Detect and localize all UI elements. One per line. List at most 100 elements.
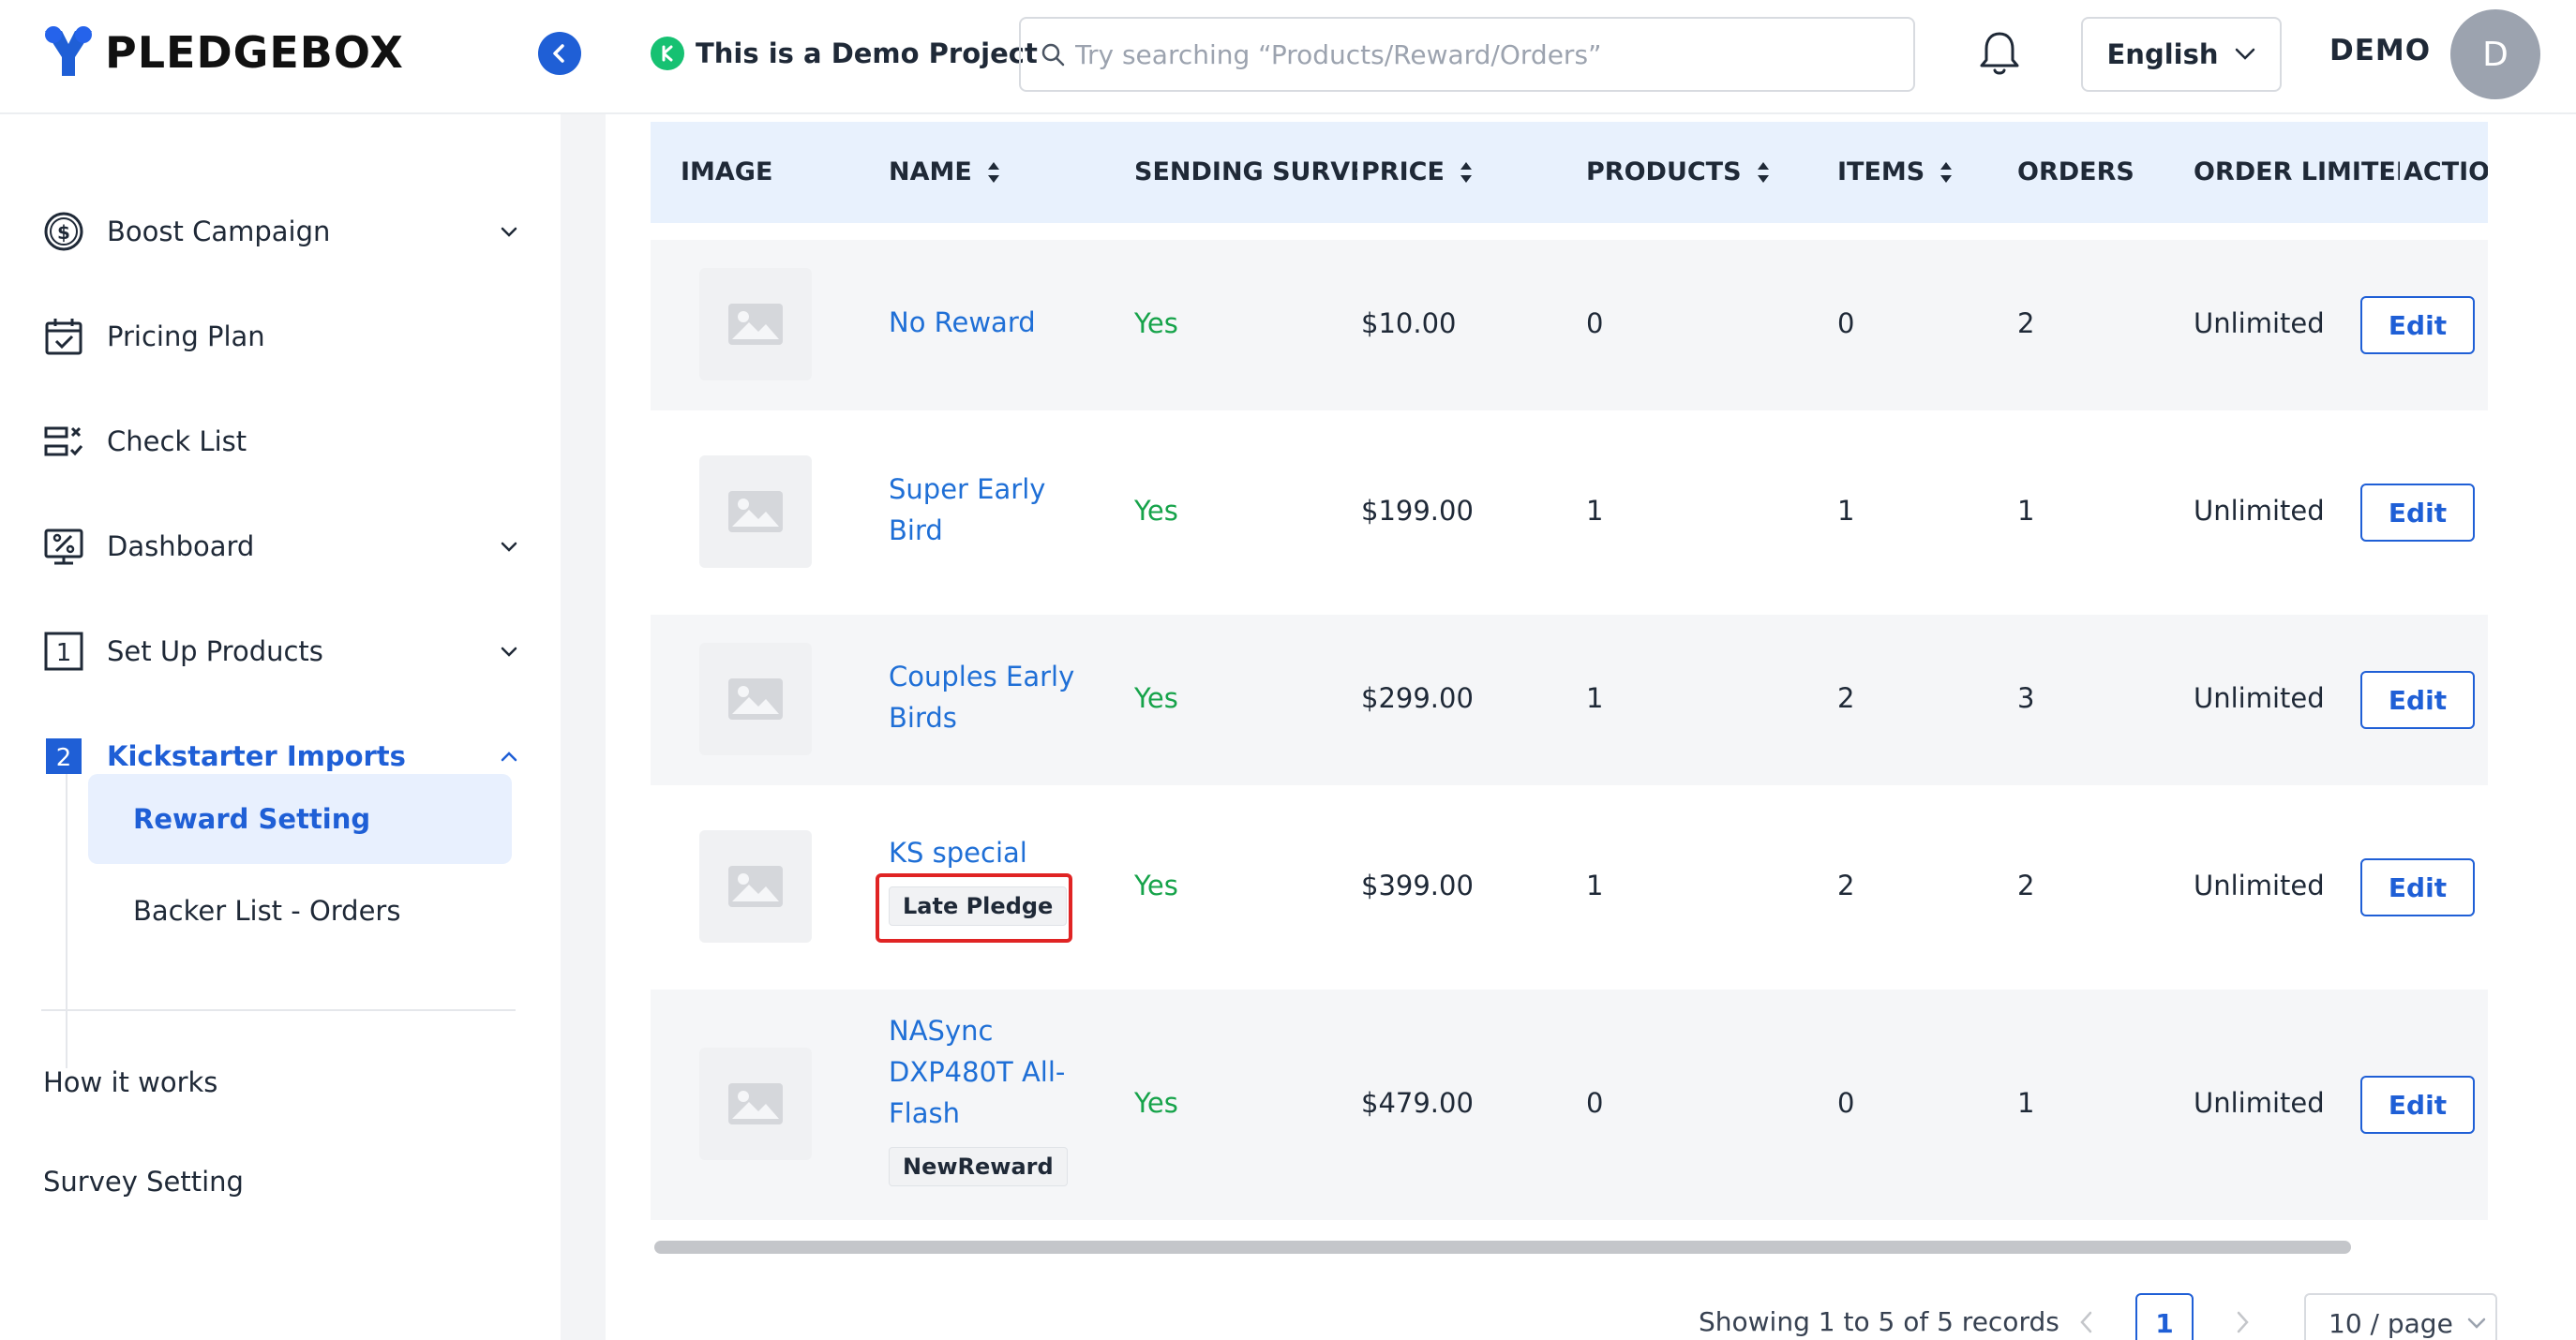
chevron-left-icon[interactable] [2075,1308,2098,1336]
calendar-check-icon [41,314,86,359]
edit-button[interactable]: Edit [2360,484,2475,542]
reward-image-placeholder [699,830,812,943]
demo-project-indicator: This is a Demo Project [651,35,1038,72]
brand-logo[interactable]: PLEDGEBOX [41,24,404,81]
sort-icon [1757,161,1769,183]
table-header-row: IMAGE NAME SENDING SURVEY PRICE PRODUCTS… [651,122,2488,223]
sidebar-item-dashboard[interactable]: Dashboard [41,514,519,579]
image-placeholder-icon [728,866,783,907]
reward-image-placeholder [699,268,812,380]
column-header-order-limited: ORDER LIMITED [2194,157,2411,186]
language-value: English [2106,38,2219,70]
search-input[interactable] [1075,38,1900,70]
dashboard-percent-icon [41,524,86,569]
items-value: 0 [1837,1087,1855,1119]
sidebar-item-label: Dashboard [107,530,255,562]
main-content: IMAGE NAME SENDING SURVEY PRICE PRODUCTS… [606,114,2576,1340]
price-value: $199.00 [1361,495,1474,527]
step-2-icon: 2 [41,734,86,779]
step-1-icon: 1 [41,629,86,674]
avatar[interactable]: D [2450,9,2540,99]
language-select[interactable]: English [2081,17,2282,92]
image-placeholder-icon [728,491,783,532]
column-header-products[interactable]: PRODUCTS [1586,157,1772,186]
chevron-right-icon[interactable] [2231,1308,2254,1336]
reward-name-link[interactable]: Couples Early Birds [889,656,1086,738]
chevron-down-icon [501,542,517,552]
collapse-sidebar-button[interactable] [538,32,581,75]
sidebar-item-label: Pricing Plan [107,320,265,352]
products-value: 1 [1586,870,1604,901]
sidebar-subitem-reward-setting[interactable]: Reward Setting [88,774,512,864]
new-reward-tag: NewReward [889,1147,1068,1186]
sidebar-subitem-backer-list-orders[interactable]: Backer List - Orders [88,866,512,956]
table-row: No Reward Yes $10.00 0 0 2 Unlimited Edi… [651,240,2488,410]
checklist-icon [41,419,86,464]
records-summary: Showing 1 to 5 of 5 records [1699,1306,2059,1337]
order-limited-value: Unlimited [2194,870,2325,901]
table-row: NASync DXP480T All-Flash NewReward Yes $… [651,990,2488,1220]
reward-table: IMAGE NAME SENDING SURVEY PRICE PRODUCTS… [651,122,2488,1258]
column-header-name[interactable]: NAME [889,157,1002,186]
reward-name-link[interactable]: Super Early Bird [889,469,1086,551]
column-header-sending-survey: SENDING SURVEY [1134,157,1380,186]
orders-value: 1 [2017,1087,2035,1119]
column-header-price[interactable]: PRICE [1357,157,1475,186]
notification-bell-icon[interactable] [1976,28,2023,79]
search-box[interactable] [1019,17,1915,92]
page-size-value: 10 / page [2329,1307,2453,1339]
sidebar-item-pricing-plan[interactable]: Pricing Plan [41,304,519,369]
order-limited-value: Unlimited [2194,1087,2325,1119]
late-pledge-tag: Late Pledge [889,886,1068,926]
page-size-select[interactable]: 10 / page [2304,1293,2497,1340]
sending-survey-value: Yes [1134,870,1178,901]
page-button-current[interactable]: 1 [2135,1293,2194,1340]
sidebar-item-set-up-products[interactable]: 1 Set Up Products [41,618,519,684]
user-name[interactable]: DEMO [2329,34,2431,67]
reward-name-link[interactable]: KS special [889,832,1086,873]
edit-button[interactable]: Edit [2360,671,2475,729]
edit-button[interactable]: Edit [2360,858,2475,916]
orders-value: 2 [2017,870,2035,901]
edit-button[interactable]: Edit [2360,296,2475,354]
chevron-down-icon [2235,48,2254,60]
brand-name: PLEDGEBOX [105,27,404,78]
sending-survey-value: Yes [1134,495,1178,527]
sidebar-item-check-list[interactable]: Check List [41,409,519,474]
reward-table-panel: IMAGE NAME SENDING SURVEY PRICE PRODUCTS… [606,114,2576,1340]
reward-image-placeholder [699,455,812,568]
sidebar-item-boost-campaign[interactable]: $ Boost Campaign [41,199,519,264]
chevron-left-icon [553,44,564,63]
search-icon [1041,43,1065,67]
products-value: 0 [1586,307,1604,339]
sort-icon [1460,161,1472,183]
sidebar-item-label: Kickstarter Imports [107,740,406,772]
reward-image-placeholder [699,1048,812,1160]
sort-icon [987,161,999,183]
price-value: $479.00 [1361,1087,1474,1119]
pledgebox-logo-icon [45,26,92,76]
image-placeholder-icon [728,304,783,345]
reward-image-placeholder [699,643,812,755]
sidebar-link-how-it-works[interactable]: How it works [43,1066,217,1098]
chevron-up-icon [501,752,517,762]
reward-name-link[interactable]: NASync DXP480T All-Flash [889,1010,1076,1134]
horizontal-scrollbar[interactable] [654,1241,2351,1254]
project-status-icon [651,37,684,70]
sidebar-item-label: Check List [107,425,247,457]
sidebar-link-survey-setting[interactable]: Survey Setting [43,1166,244,1198]
items-value: 1 [1837,495,1855,527]
submenu-guide-line [66,774,67,1068]
sending-survey-value: Yes [1134,1087,1178,1119]
column-header-items[interactable]: ITEMS [1837,157,1954,186]
column-header-action: ACTION [2400,157,2488,186]
edit-button[interactable]: Edit [2360,1076,2475,1134]
svg-text:$: $ [57,221,70,244]
products-value: 1 [1586,682,1604,714]
sidebar-item-label: Set Up Products [107,635,323,667]
chevron-down-icon [2467,1318,2486,1329]
sort-icon [1940,161,1953,183]
sending-survey-value: Yes [1134,307,1178,339]
reward-name-link[interactable]: No Reward [889,302,1086,343]
top-header: PLEDGEBOX This is a Demo Project English… [0,0,2576,114]
